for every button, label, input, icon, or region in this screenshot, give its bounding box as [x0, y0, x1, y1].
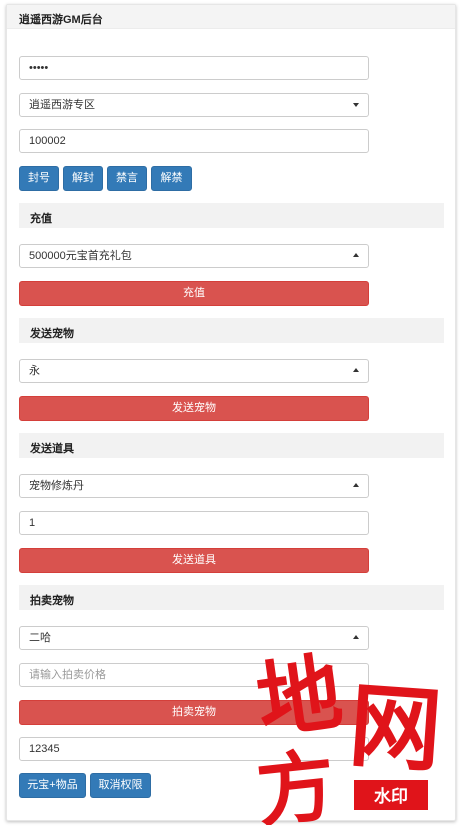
- recharge-package-value: 500000元宝首充礼包: [29, 250, 132, 262]
- pet-select[interactable]: 永: [19, 359, 369, 383]
- caret-up-icon: [353, 253, 359, 257]
- caret-up-icon: [353, 368, 359, 372]
- auction-pet-value: 二哈: [29, 632, 51, 644]
- send-pet-section-heading: 发送宠物: [19, 318, 444, 343]
- pet-select-value: 永: [29, 365, 40, 377]
- caret-up-icon: [353, 635, 359, 639]
- grant-ingot-item-button[interactable]: 元宝+物品: [19, 773, 86, 798]
- item-select[interactable]: 宠物修炼丹: [19, 474, 369, 498]
- recharge-package-select[interactable]: 500000元宝首充礼包: [19, 244, 369, 268]
- watermark-logo: 地 网 方 水印: [251, 642, 445, 825]
- caret-up-icon: [353, 483, 359, 487]
- recharge-button[interactable]: 充值: [19, 281, 369, 306]
- ban-button[interactable]: 封号: [19, 166, 59, 191]
- panel-title: 逍遥西游GM后台: [7, 5, 455, 29]
- role-id-input[interactable]: 100002: [19, 129, 369, 153]
- watermark-glyph-2: 网: [346, 671, 445, 785]
- watermark-stamp-text: 水印: [374, 786, 408, 807]
- caret-down-icon: [353, 103, 359, 107]
- password-input[interactable]: •••••: [19, 56, 369, 80]
- server-select-value: 逍遥西游专区: [29, 99, 95, 111]
- watermark-glyph-1: 地: [251, 642, 348, 752]
- unmute-button[interactable]: 解禁: [151, 166, 192, 191]
- send-item-button[interactable]: 发送道具: [19, 548, 369, 573]
- server-select[interactable]: 逍遥西游专区: [19, 93, 369, 117]
- recharge-section-heading: 充值: [19, 203, 444, 228]
- send-pet-button[interactable]: 发送宠物: [19, 396, 369, 421]
- revoke-permission-button[interactable]: 取消权限: [90, 773, 151, 798]
- item-quantity-input[interactable]: 1: [19, 511, 369, 535]
- mute-button[interactable]: 禁言: [107, 166, 147, 191]
- auction-pet-section-heading: 拍卖宠物: [19, 585, 444, 610]
- send-item-section-heading: 发送道具: [19, 433, 444, 458]
- watermark-glyph-3: 方: [252, 740, 339, 825]
- item-select-value: 宠物修炼丹: [29, 480, 84, 492]
- unban-button[interactable]: 解封: [63, 166, 103, 191]
